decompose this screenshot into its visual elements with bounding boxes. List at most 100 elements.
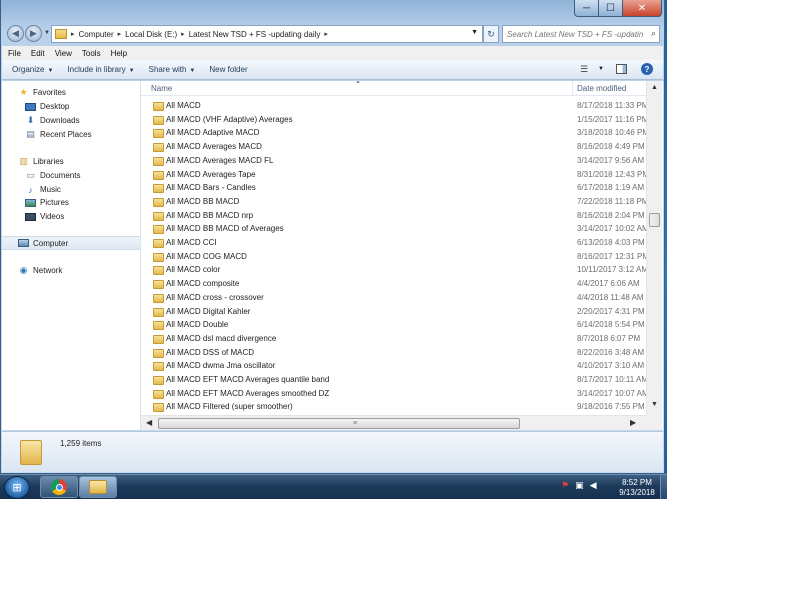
nav-item-documents[interactable]: ▭ Documents bbox=[2, 169, 140, 182]
show-desktop-button[interactable] bbox=[660, 475, 667, 499]
search-icon[interactable]: ⌕ bbox=[651, 28, 656, 39]
organize-button[interactable]: Organize ▼ bbox=[12, 65, 53, 74]
table-row[interactable]: All MACD Averages Tape 8/31/2018 12:43 PM bbox=[141, 168, 646, 182]
table-row[interactable]: All MACD Filtered (super smoother) 9/18/2… bbox=[141, 400, 646, 414]
back-button[interactable]: ◀ bbox=[7, 25, 24, 42]
file-name: All MACD bbox=[166, 101, 201, 110]
refresh-button[interactable]: ↻ bbox=[483, 25, 499, 43]
file-name: All MACD EFT MACD Averages smoothed DZ bbox=[166, 388, 330, 398]
table-row[interactable]: All MACD composite 4/4/2017 6:06 AM bbox=[141, 277, 646, 291]
recent-pages-dropdown[interactable]: ▼ bbox=[44, 30, 50, 36]
nav-item-downloads[interactable]: ⬇ Downloads bbox=[2, 114, 140, 127]
table-row[interactable]: All MACD COG MACD 8/16/2017 12:31 PM bbox=[141, 250, 646, 264]
start-button[interactable]: ⊞ bbox=[4, 476, 30, 499]
scroll-down-icon[interactable]: ▼ bbox=[651, 401, 658, 408]
address-bar[interactable]: ▸ Computer ▸ Local Disk (E:) ▸ Latest Ne… bbox=[51, 25, 483, 43]
scroll-up-icon[interactable]: ▲ bbox=[651, 84, 658, 91]
nav-item-pictures[interactable]: Pictures bbox=[2, 196, 140, 209]
nav-favorites[interactable]: ★ Favorites bbox=[2, 86, 140, 99]
share-with-button[interactable]: Share with ▼ bbox=[149, 65, 196, 74]
search-box[interactable]: ⌕ bbox=[502, 25, 660, 43]
computer-icon bbox=[18, 239, 29, 247]
menu-help[interactable]: Help bbox=[111, 49, 127, 58]
chevron-down-icon: ▼ bbox=[128, 68, 135, 74]
table-row[interactable]: All MACD Adaptive MACD 3/18/2018 10:46 PM bbox=[141, 126, 646, 140]
nav-item-music[interactable]: ♪ Music bbox=[2, 183, 140, 196]
horizontal-scroll-thumb[interactable]: ≡ bbox=[158, 418, 520, 429]
taskbar-chrome-button[interactable] bbox=[40, 476, 78, 498]
folder-icon bbox=[153, 389, 164, 399]
breadcrumb-separator[interactable]: ▸ bbox=[324, 30, 328, 38]
table-row[interactable]: All MACD Digital Kahler 2/20/2017 4:31 PM bbox=[141, 305, 646, 319]
nav-item-videos[interactable]: Videos bbox=[2, 210, 140, 223]
column-header-name[interactable]: Name bbox=[151, 84, 172, 93]
breadcrumb-current-folder[interactable]: Latest New TSD + FS -updating daily bbox=[189, 30, 321, 39]
file-name: All MACD EFT MACD Averages quantile band bbox=[166, 375, 330, 384]
nav-item-recent-places[interactable]: ▤ Recent Places bbox=[2, 128, 140, 141]
breadcrumb-separator[interactable]: ▸ bbox=[71, 30, 75, 38]
table-row[interactable]: All MACD BB MACD of Averages 3/14/2017 10… bbox=[141, 222, 646, 236]
scroll-left-icon[interactable]: ◀ bbox=[146, 418, 152, 427]
help-icon[interactable]: ? bbox=[641, 63, 653, 75]
command-bar: Organize ▼ Include in library ▼ Share with… bbox=[2, 60, 663, 80]
column-header-date-modified[interactable]: Date modified bbox=[577, 84, 626, 93]
scroll-right-icon[interactable]: ▶ bbox=[630, 418, 636, 427]
column-divider[interactable] bbox=[572, 81, 573, 96]
table-row[interactable]: All MACD (VHF Adaptive) Averages 1/15/201… bbox=[141, 113, 646, 127]
folder-icon bbox=[153, 156, 164, 166]
table-row[interactable]: All MACD BB MACD 7/22/2018 11:18 PM bbox=[141, 195, 646, 209]
preview-pane-button[interactable] bbox=[616, 64, 627, 74]
nav-network[interactable]: ◉ Network bbox=[2, 264, 140, 277]
table-row[interactable]: All MACD EFT MACD Averages quantile band… bbox=[141, 373, 646, 387]
menu-tools[interactable]: Tools bbox=[82, 49, 101, 58]
maximize-button[interactable]: ☐ bbox=[598, 0, 623, 17]
clock[interactable]: 8:52 PM 9/13/2018 bbox=[612, 478, 662, 498]
chevron-down-icon[interactable]: ▼ bbox=[598, 66, 604, 72]
table-row[interactable]: All MACD Double 6/14/2018 5:54 PM bbox=[141, 318, 646, 332]
address-dropdown-button[interactable]: ▼ bbox=[471, 29, 478, 36]
file-name: All MACD Double bbox=[166, 320, 229, 330]
table-row[interactable]: All MACD BB MACD nrp 8/16/2018 2:04 PM bbox=[141, 209, 646, 223]
taskbar-explorer-button[interactable] bbox=[79, 476, 117, 498]
table-row[interactable]: All MACD color 10/11/2017 3:12 AM bbox=[141, 263, 646, 277]
table-row[interactable]: All MACD dsl macd divergence 8/7/2018 6:0… bbox=[141, 332, 646, 346]
menu-view[interactable]: View bbox=[55, 49, 72, 58]
vertical-scroll-thumb[interactable] bbox=[649, 213, 660, 227]
nav-computer[interactable]: Computer bbox=[2, 236, 140, 250]
include-in-library-button[interactable]: Include in library ▼ bbox=[67, 65, 134, 74]
menu-edit[interactable]: Edit bbox=[31, 49, 45, 58]
network-icon: ◉ bbox=[19, 265, 28, 275]
scroll-grip-icon: ≡ bbox=[353, 420, 358, 427]
vertical-scrollbar[interactable]: ▲ ▼ bbox=[646, 81, 662, 415]
table-row[interactable]: All MACD DSS of MACD 8/22/2016 3:48 AM bbox=[141, 346, 646, 360]
table-row[interactable]: All MACD Averages MACD 8/16/2018 4:49 PM bbox=[141, 140, 646, 154]
table-row[interactable]: All MACD 8/17/2018 11:33 PM bbox=[141, 99, 646, 113]
nav-libraries[interactable]: ▥ Libraries bbox=[2, 155, 140, 168]
title-bar[interactable]: ─ ☐ ✕ bbox=[1, 0, 664, 20]
table-row[interactable]: All MACD dwma Jma oscillator 4/10/2017 3:… bbox=[141, 359, 646, 373]
file-date-modified: 2/20/2017 4:31 PM bbox=[577, 306, 645, 316]
close-button[interactable]: ✕ bbox=[622, 0, 662, 17]
breadcrumb-local-disk[interactable]: Local Disk (E:) bbox=[125, 30, 177, 39]
table-row[interactable]: All MACD Averages MACD FL 3/14/2017 9:56 … bbox=[141, 154, 646, 168]
nav-item-desktop[interactable]: Desktop bbox=[2, 100, 140, 113]
forward-button[interactable]: ▶ bbox=[25, 25, 42, 42]
flag-icon[interactable]: ⚑ bbox=[561, 480, 569, 491]
minimize-button[interactable]: ─ bbox=[574, 0, 599, 17]
table-row[interactable]: All MACD cross - crossover 4/4/2018 11:48… bbox=[141, 291, 646, 305]
table-row[interactable]: All MACD EFT MACD Averages smoothed DZ 3/… bbox=[141, 387, 646, 401]
breadcrumb-separator[interactable]: ▸ bbox=[181, 30, 185, 38]
search-input[interactable] bbox=[507, 29, 643, 39]
breadcrumb-separator[interactable]: ▸ bbox=[118, 30, 122, 38]
horizontal-scrollbar[interactable]: ◀ ≡ ▶ bbox=[141, 415, 646, 430]
nav-label: Desktop bbox=[40, 102, 70, 111]
change-view-icon[interactable]: ☰ bbox=[580, 64, 588, 75]
volume-icon[interactable]: ◀ bbox=[590, 480, 597, 491]
breadcrumb-computer[interactable]: Computer bbox=[79, 30, 114, 39]
network-tray-icon[interactable]: ▣ bbox=[575, 480, 584, 491]
new-folder-button[interactable]: New folder bbox=[209, 65, 247, 74]
table-row[interactable]: All MACD Bars - Candles 6/17/2018 1:19 AM bbox=[141, 181, 646, 195]
menu-file[interactable]: File bbox=[8, 49, 21, 58]
table-row[interactable]: All MACD CCI 6/13/2018 4:03 PM bbox=[141, 236, 646, 250]
file-date-modified: 4/4/2018 11:48 AM bbox=[577, 292, 644, 302]
